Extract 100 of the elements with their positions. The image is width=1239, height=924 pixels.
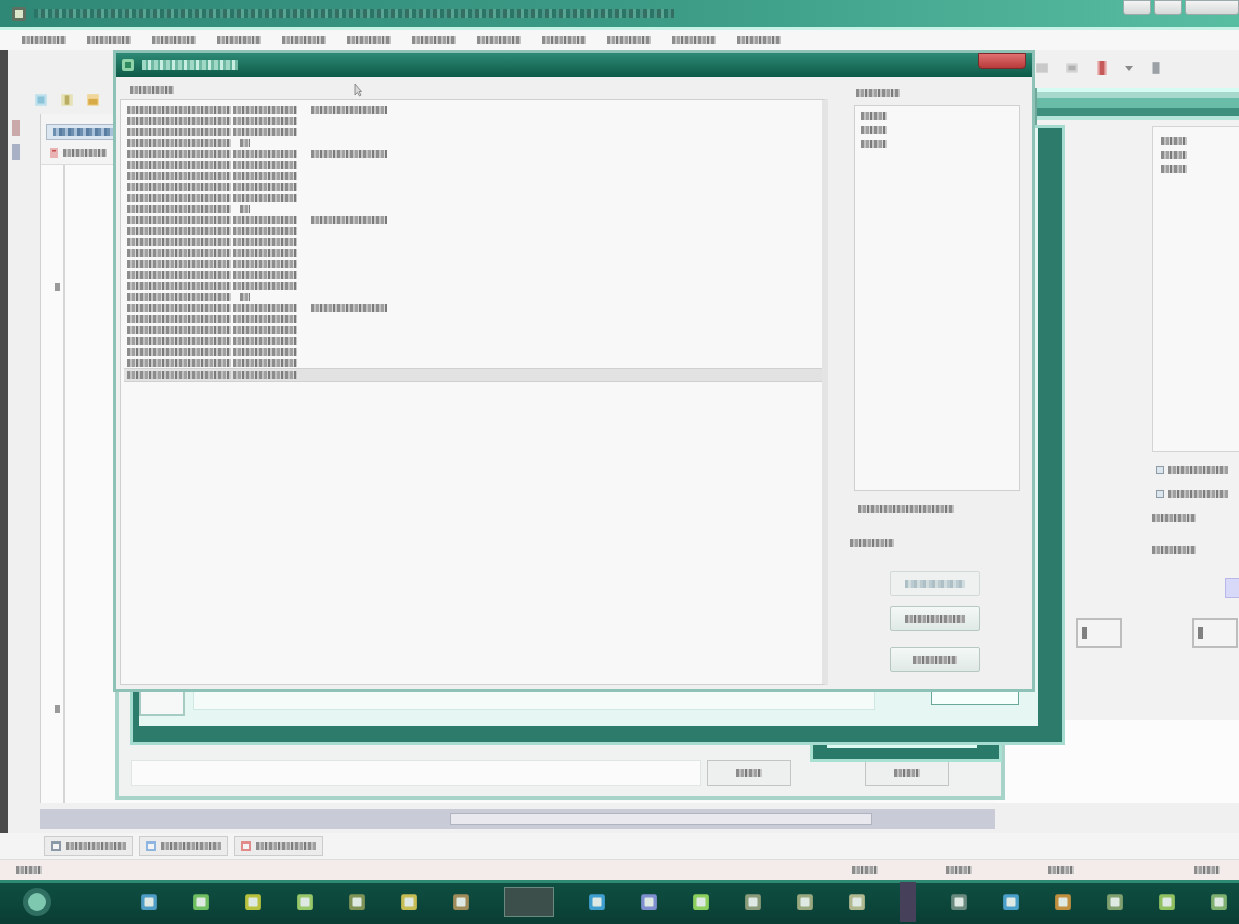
button[interactable] [1192, 618, 1238, 648]
scrollbar-thumb[interactable] [450, 813, 872, 825]
menu-item[interactable] [477, 36, 521, 44]
toolbar-icon[interactable] [1095, 61, 1109, 75]
blurred-text [233, 237, 297, 246]
toolbar-icon[interactable] [1065, 61, 1079, 75]
blurred-text [850, 539, 894, 547]
list-item[interactable] [861, 140, 887, 148]
blurred-text [233, 171, 297, 180]
minimize-button[interactable] [1123, 0, 1151, 15]
blurred-text [856, 89, 900, 97]
app-icon [12, 6, 26, 21]
app-icon[interactable] [640, 893, 658, 911]
blurred-text [233, 371, 297, 379]
blurred-text [233, 193, 297, 202]
blurred-text [905, 579, 965, 588]
menu-item[interactable] [607, 36, 651, 44]
app-icon[interactable] [244, 893, 262, 911]
window-icon [51, 841, 61, 851]
blurred-text [66, 842, 126, 850]
tab[interactable] [139, 836, 228, 856]
app-icon[interactable] [744, 893, 762, 911]
app-icon[interactable] [1210, 893, 1228, 911]
list-item[interactable] [861, 112, 887, 120]
blurred-text [233, 259, 297, 268]
app-icon[interactable] [140, 893, 158, 911]
menu-item[interactable] [347, 36, 391, 44]
blurred-text [233, 149, 297, 158]
app-icon [122, 59, 134, 71]
list-item[interactable] [1161, 165, 1187, 173]
button[interactable] [1076, 618, 1122, 648]
app-icon[interactable] [296, 893, 314, 911]
blurred-text [233, 160, 297, 169]
app-icon[interactable] [452, 893, 470, 911]
folder-icon[interactable] [86, 93, 100, 107]
maximize-button[interactable] [1154, 0, 1182, 15]
dialog-button[interactable] [890, 647, 980, 672]
blurred-text [1048, 866, 1074, 874]
checkbox[interactable] [1156, 466, 1164, 474]
app-icon[interactable] [348, 893, 366, 911]
menu-item[interactable] [152, 36, 196, 44]
scrollbar[interactable] [40, 809, 995, 829]
list-item[interactable] [1161, 151, 1187, 159]
blurred-text [736, 769, 762, 777]
app-icon[interactable] [588, 893, 606, 911]
menu-item[interactable] [412, 36, 456, 44]
app-icon[interactable] [796, 893, 814, 911]
blurred-text [240, 204, 250, 213]
checkbox[interactable] [1156, 490, 1164, 498]
menu-item[interactable] [542, 36, 586, 44]
dialog-button[interactable] [865, 760, 949, 786]
app-icon[interactable] [1158, 893, 1176, 911]
blurred-text [233, 281, 297, 290]
app-icon[interactable] [692, 893, 710, 911]
close-button[interactable] [978, 53, 1026, 69]
blurred-text [894, 769, 920, 777]
blurred-text [233, 182, 297, 191]
blurred-text [161, 842, 221, 850]
blurred-text [240, 138, 250, 147]
blurred-text [233, 226, 297, 235]
window-icon [146, 841, 156, 851]
blurred-text [1152, 546, 1196, 554]
list-item[interactable] [1161, 137, 1187, 145]
blurred-text [233, 358, 297, 367]
app-icon[interactable] [400, 893, 418, 911]
app-icon[interactable] [192, 893, 210, 911]
list-row[interactable] [124, 368, 822, 382]
menu-item[interactable] [672, 36, 716, 44]
mouse-cursor-icon [354, 83, 362, 97]
app-icon[interactable] [950, 893, 968, 911]
blurred-text [852, 866, 878, 874]
list-item[interactable] [861, 126, 887, 134]
app-icon[interactable] [1002, 893, 1020, 911]
dropdown-arrow-icon[interactable] [1125, 64, 1133, 72]
document-icon [49, 148, 59, 158]
taskbar-button[interactable] [504, 887, 554, 917]
start-button-icon[interactable] [22, 887, 52, 917]
app-icon[interactable] [848, 893, 866, 911]
blurred-text [256, 842, 316, 850]
close-button[interactable] [1185, 0, 1239, 15]
blurred-text [946, 866, 972, 874]
menu-item[interactable] [87, 36, 131, 44]
blurred-text [1152, 514, 1196, 522]
blurred-text [233, 270, 297, 279]
menu-item[interactable] [22, 36, 66, 44]
app-icon[interactable] [1106, 893, 1124, 911]
dialog-button[interactable] [890, 606, 980, 631]
toolbar-icon[interactable] [60, 93, 74, 107]
blurred-text [16, 866, 42, 874]
menu-item[interactable] [737, 36, 781, 44]
blurred-text [130, 86, 174, 94]
menu-item[interactable] [282, 36, 326, 44]
tab[interactable] [234, 836, 323, 856]
blurred-text [233, 105, 297, 114]
app-icon[interactable] [1054, 893, 1072, 911]
blurred-text [233, 127, 297, 136]
tab[interactable] [44, 836, 133, 856]
dialog-button[interactable] [707, 760, 791, 786]
menu-item[interactable] [217, 36, 261, 44]
blurred-text [1168, 490, 1228, 498]
